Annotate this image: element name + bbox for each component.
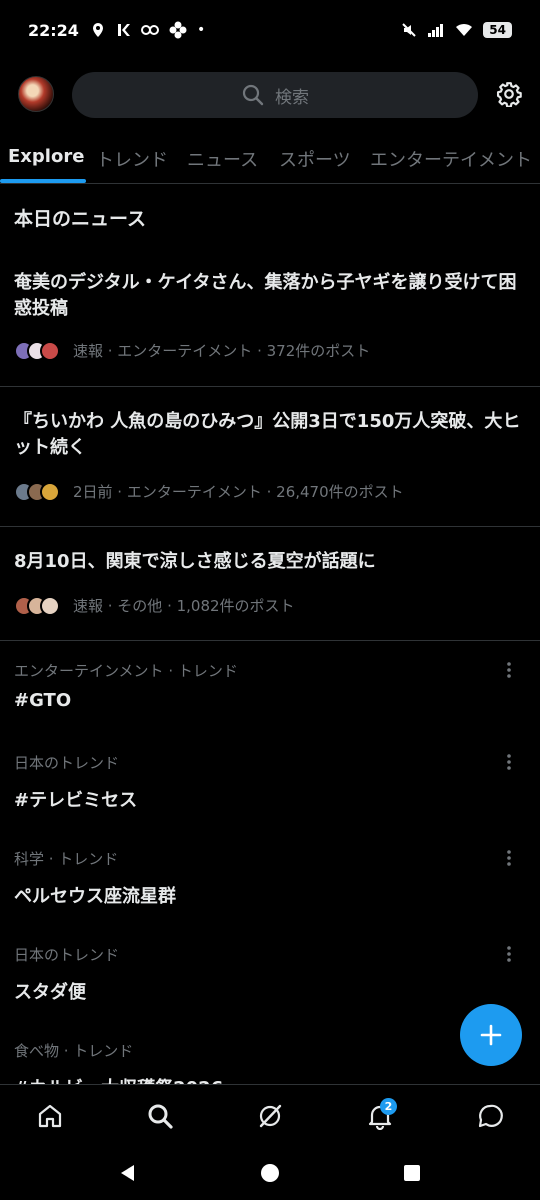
tab-news[interactable]: ニュース — [187, 146, 258, 172]
news-item[interactable]: 『ちいかわ 人魚の島のひみつ』公開3日で150万人突破、大ヒット続く 2日前 ·… — [0, 387, 540, 527]
news-meta-text: 2日前 · エンターテイメント · 26,470件のポスト — [73, 483, 404, 501]
system-navigation-bar — [0, 1146, 540, 1200]
trend-category: エンターテインメント · トレンド — [14, 662, 238, 680]
compose-post-button[interactable] — [460, 1004, 522, 1066]
home-icon[interactable] — [36, 1102, 64, 1130]
active-tab-indicator — [0, 179, 86, 183]
explore-tabs: Explore トレンド ニュース スポーツ エンターテイメント — [0, 136, 540, 184]
status-time: 22:24 — [28, 20, 79, 40]
notification-badge: 2 — [380, 1098, 397, 1115]
more-options-icon[interactable] — [504, 848, 514, 868]
trend-category: 日本のトレンド — [14, 946, 120, 964]
search-placeholder: 検索 — [275, 87, 309, 108]
trend-item[interactable]: エンターテインメント · トレンド #GTO — [0, 660, 540, 756]
status-dot: • — [196, 22, 206, 38]
mute-icon — [402, 23, 417, 37]
trend-item[interactable]: 科学 · トレンド ペルセウス座流星群 — [0, 848, 540, 944]
news-meta-text: 速報 · その他 · 1,082件のポスト — [73, 597, 295, 615]
explore-header: 検索 — [0, 70, 540, 120]
trend-category: 科学 · トレンド — [14, 850, 119, 868]
avatar[interactable] — [18, 76, 54, 112]
messages-icon[interactable] — [476, 1102, 504, 1130]
trend-category: 食べ物 · トレンド — [14, 1042, 134, 1060]
status-right-icons: 54 — [401, 22, 512, 38]
tab-explore[interactable]: Explore — [8, 146, 84, 167]
news-meta: 2日前 · エンターテイメント · 26,470件のポスト — [14, 481, 404, 502]
search-icon — [242, 84, 264, 106]
search-input[interactable]: 検索 — [72, 72, 478, 118]
signal-icon — [428, 24, 444, 37]
news-headline: 8月10日、関東で涼しさ感じる夏空が話題に — [14, 551, 376, 572]
avatar-stack — [14, 595, 60, 616]
news-headline: 『ちいかわ 人魚の島のひみつ』公開3日で150万人突破、大ヒット続く — [14, 411, 521, 458]
news-meta: 速報 · その他 · 1,082件のポスト — [14, 595, 295, 616]
trend-item[interactable]: 日本のトレンド #テレビミセス — [0, 752, 540, 848]
news-meta-text: 速報 · エンターテイメント · 372件のポスト — [73, 342, 371, 360]
news-headline: 奄美のデジタル・ケイタさん、集落から子ヤギを譲り受けて困惑投稿 — [14, 272, 517, 319]
recents-icon[interactable] — [403, 1164, 421, 1182]
trend-name: #GTO — [14, 690, 72, 711]
more-options-icon[interactable] — [504, 660, 514, 680]
avatar-stack — [14, 481, 60, 502]
grok-icon[interactable] — [256, 1102, 284, 1130]
avatar — [40, 595, 60, 616]
pinwheel-icon — [169, 21, 187, 39]
trend-category: 日本のトレンド — [14, 754, 120, 772]
section-title: 本日のニュース — [14, 208, 147, 230]
app-k-icon — [117, 24, 130, 36]
tab-trends[interactable]: トレンド — [96, 146, 168, 172]
avatar-stack — [14, 340, 60, 361]
news-meta: 速報 · エンターテイメント · 372件のポスト — [14, 340, 370, 361]
back-icon[interactable] — [118, 1163, 138, 1183]
trend-item[interactable]: 日本のトレンド スタダ便 — [0, 944, 540, 1040]
tab-sports[interactable]: スポーツ — [279, 146, 351, 172]
link-icon — [140, 25, 159, 35]
bottom-navigation — [0, 1084, 540, 1146]
tab-entertainment[interactable]: エンターテイメント — [370, 146, 532, 172]
trend-name: スタダ便 — [14, 982, 86, 1003]
news-item[interactable]: 奄美のデジタル・ケイタさん、集落から子ヤギを譲り受けて困惑投稿 速報 · エンタ… — [0, 260, 540, 387]
search-icon[interactable] — [146, 1102, 174, 1130]
trend-name: #テレビミセス — [14, 790, 138, 811]
status-left-icons: • — [91, 21, 205, 39]
location-icon — [92, 23, 103, 37]
news-item[interactable]: 8月10日、関東で涼しさ感じる夏空が話題に 速報 · その他 · 1,082件の… — [0, 527, 540, 641]
trend-name: ペルセウス座流星群 — [14, 886, 176, 907]
avatar — [40, 340, 60, 361]
more-options-icon[interactable] — [504, 944, 514, 964]
avatar — [40, 481, 60, 502]
plus-icon — [480, 1024, 502, 1046]
battery-indicator: 54 — [483, 22, 512, 38]
more-options-icon[interactable] — [504, 752, 514, 772]
status-bar: 22:24 • 54 — [0, 0, 540, 60]
wifi-icon — [456, 23, 473, 36]
home-circle-icon[interactable] — [260, 1163, 280, 1183]
settings-gear-icon[interactable] — [496, 81, 522, 107]
